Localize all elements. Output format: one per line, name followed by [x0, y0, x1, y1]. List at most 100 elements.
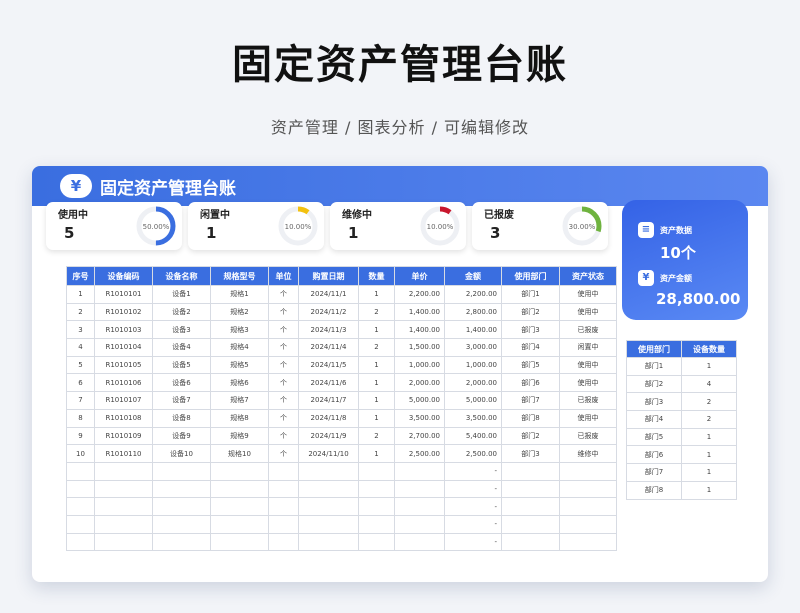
table-cell[interactable]: 1,000.00 — [394, 355, 445, 375]
table-cell[interactable]: R1010104 — [94, 338, 153, 357]
table-cell[interactable]: 10 — [66, 444, 95, 463]
table-row[interactable]: 10 R1010110 设备10 规格10 个 2024/11/10 1 2,500.00 2,… — [66, 444, 617, 463]
table-cell[interactable]: 个 — [268, 320, 299, 340]
table-cell[interactable]: 使用中 — [559, 373, 617, 393]
dept-row[interactable]: 部门4 2 — [626, 410, 737, 429]
table-cell[interactable] — [210, 479, 269, 499]
table-cell[interactable]: 设备3 — [152, 320, 211, 340]
column-header[interactable]: 单位 — [268, 266, 299, 286]
dept-row[interactable]: 部门1 1 — [626, 357, 737, 376]
table-cell[interactable]: 已报废 — [559, 320, 617, 340]
table-cell[interactable]: 2 — [358, 426, 395, 446]
table-cell[interactable] — [358, 514, 395, 534]
table-cell[interactable]: 设备4 — [152, 338, 211, 357]
table-cell[interactable]: 1,400.00 — [394, 302, 445, 322]
column-header[interactable]: 单价 — [394, 266, 445, 286]
table-cell[interactable]: 2 — [66, 302, 95, 322]
table-cell[interactable]: 1 — [681, 480, 737, 500]
table-cell[interactable]: 4 — [681, 374, 737, 394]
table-row[interactable]: 6 R1010106 设备6 规格6 个 2024/11/6 1 2,000.00 2,000.… — [66, 373, 617, 393]
table-cell[interactable] — [152, 479, 211, 499]
table-cell[interactable]: 个 — [268, 302, 299, 322]
table-cell[interactable]: 1 — [681, 445, 737, 465]
table-cell[interactable] — [66, 461, 95, 481]
table-cell[interactable]: 闲置中 — [559, 338, 617, 357]
table-cell[interactable] — [501, 461, 560, 481]
table-cell[interactable]: 2024/11/4 — [298, 338, 359, 357]
table-row[interactable]: - — [66, 479, 617, 499]
table-cell[interactable] — [394, 514, 445, 534]
table-cell[interactable] — [501, 497, 560, 516]
table-cell[interactable]: 2 — [358, 338, 395, 357]
table-cell[interactable]: 部门4 — [501, 338, 560, 357]
table-cell[interactable]: 部门6 — [626, 445, 682, 465]
table-cell[interactable]: 设备2 — [152, 302, 211, 322]
table-cell[interactable]: R1010101 — [94, 285, 153, 304]
table-cell[interactable]: 8 — [66, 408, 95, 428]
table-cell[interactable]: 规格10 — [210, 444, 269, 463]
table-cell[interactable]: R1010110 — [94, 444, 153, 463]
table-cell[interactable]: 规格2 — [210, 302, 269, 322]
table-cell[interactable]: 2 — [681, 392, 737, 412]
table-cell[interactable]: 1 — [681, 463, 737, 482]
table-cell[interactable] — [298, 461, 359, 481]
table-cell[interactable]: 设备10 — [152, 444, 211, 463]
table-cell[interactable]: 部门2 — [626, 374, 682, 394]
table-row[interactable]: 5 R1010105 设备5 规格5 个 2024/11/5 1 1,000.00 1,000.… — [66, 355, 617, 375]
table-cell[interactable]: 个 — [268, 338, 299, 357]
table-cell[interactable] — [66, 532, 95, 552]
table-cell[interactable]: 1 — [358, 408, 395, 428]
table-cell[interactable]: 使用中 — [559, 285, 617, 304]
table-cell[interactable] — [66, 514, 95, 534]
table-cell[interactable]: 规格4 — [210, 338, 269, 357]
table-cell[interactable]: 7 — [66, 391, 95, 410]
column-header[interactable]: 设备名称 — [152, 266, 211, 286]
table-cell[interactable]: 1 — [358, 391, 395, 410]
table-cell[interactable]: - — [444, 479, 502, 499]
table-cell[interactable]: 5,400.00 — [444, 426, 502, 446]
table-cell[interactable]: 3,000.00 — [444, 338, 502, 357]
table-cell[interactable]: 2024/11/7 — [298, 391, 359, 410]
table-row[interactable]: - — [66, 532, 617, 552]
table-cell[interactable]: 维修中 — [559, 444, 617, 463]
table-cell[interactable] — [394, 461, 445, 481]
table-cell[interactable]: 部门3 — [501, 320, 560, 340]
table-cell[interactable] — [559, 461, 617, 481]
table-cell[interactable]: - — [444, 532, 502, 552]
table-cell[interactable]: 2024/11/6 — [298, 373, 359, 393]
dept-row[interactable]: 部门2 4 — [626, 374, 737, 394]
table-cell[interactable]: 部门8 — [626, 480, 682, 500]
table-cell[interactable]: 2,200.00 — [394, 285, 445, 304]
table-cell[interactable] — [152, 497, 211, 516]
dept-row[interactable]: 部门6 1 — [626, 445, 737, 465]
table-cell[interactable]: 规格7 — [210, 391, 269, 410]
table-cell[interactable] — [358, 461, 395, 481]
table-cell[interactable]: 1 — [358, 355, 395, 375]
table-cell[interactable] — [210, 532, 269, 552]
table-cell[interactable] — [152, 532, 211, 552]
table-cell[interactable] — [66, 497, 95, 516]
table-cell[interactable]: 2 — [681, 410, 737, 429]
table-cell[interactable] — [268, 461, 299, 481]
table-cell[interactable] — [559, 479, 617, 499]
table-cell[interactable]: 3 — [66, 320, 95, 340]
table-cell[interactable]: 个 — [268, 391, 299, 410]
table-cell[interactable] — [210, 461, 269, 481]
table-cell[interactable]: 规格6 — [210, 373, 269, 393]
table-row[interactable]: 7 R1010107 设备7 规格7 个 2024/11/7 1 5,000.00 5,000.… — [66, 391, 617, 410]
table-row[interactable]: - — [66, 461, 617, 481]
table-cell[interactable]: R1010103 — [94, 320, 153, 340]
column-header[interactable]: 设备数量 — [681, 340, 737, 358]
table-cell[interactable]: 设备1 — [152, 285, 211, 304]
table-cell[interactable]: - — [444, 497, 502, 516]
table-cell[interactable]: 个 — [268, 373, 299, 393]
table-cell[interactable] — [559, 532, 617, 552]
table-cell[interactable]: 5,000.00 — [444, 391, 502, 410]
table-row[interactable]: 4 R1010104 设备4 规格4 个 2024/11/4 2 1,500.00 3,000.… — [66, 338, 617, 357]
table-cell[interactable]: 3,500.00 — [394, 408, 445, 428]
table-cell[interactable]: 部门7 — [501, 391, 560, 410]
table-cell[interactable]: 2,000.00 — [444, 373, 502, 393]
table-cell[interactable]: 1,400.00 — [394, 320, 445, 340]
table-cell[interactable]: 1 — [66, 285, 95, 304]
table-row[interactable]: 8 R1010108 设备8 规格8 个 2024/11/8 1 3,500.00 3,500.… — [66, 408, 617, 428]
